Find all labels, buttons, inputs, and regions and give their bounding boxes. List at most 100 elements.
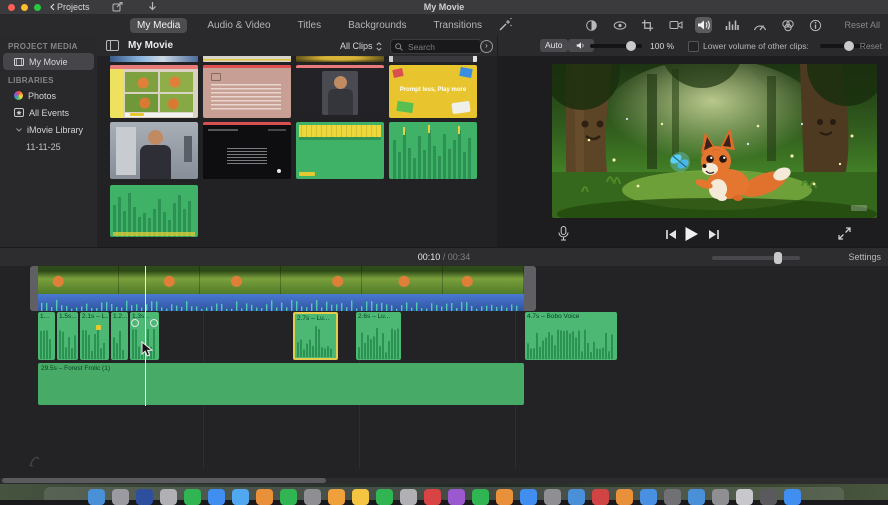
dock-app-icon[interactable]: [663, 489, 681, 505]
noise-reduction-icon[interactable]: [723, 17, 740, 33]
timeline-zoom-slider[interactable]: [712, 252, 800, 264]
media-thumb-partial[interactable]: [203, 56, 291, 62]
music-clip[interactable]: 29.5s – Forest Frolic (1): [38, 363, 524, 405]
tab-backgrounds[interactable]: Backgrounds: [341, 18, 413, 33]
dock-app-icon[interactable]: [423, 489, 441, 505]
color-correction-icon[interactable]: [583, 17, 600, 33]
lower-volume-checkbox[interactable]: [688, 41, 699, 52]
dock-app-icon[interactable]: [399, 489, 417, 505]
dock-app-icon[interactable]: [759, 489, 777, 505]
dock-app-icon[interactable]: [87, 489, 105, 505]
dock-app-icon[interactable]: [591, 489, 609, 505]
skip-back-button[interactable]: [665, 229, 677, 240]
audio-clip[interactable]: 1.5s...: [57, 312, 78, 360]
tab-my-media[interactable]: My Media: [130, 17, 188, 33]
color-balance-icon[interactable]: [611, 17, 628, 33]
dock-app-icon[interactable]: [327, 489, 345, 505]
media-thumb-partial[interactable]: [296, 56, 384, 62]
search-field[interactable]: [390, 39, 482, 54]
dock-app-icon[interactable]: [255, 489, 273, 505]
video-track[interactable]: [38, 266, 524, 294]
fullscreen-icon[interactable]: [838, 227, 851, 240]
reset-all-button[interactable]: Reset All: [844, 14, 880, 36]
reset-button[interactable]: Reset: [860, 41, 882, 51]
skip-forward-button[interactable]: [708, 229, 720, 240]
sidebar-item-imovie-library[interactable]: iMovie Library: [0, 121, 97, 138]
tab-audio-video[interactable]: Audio & Video: [200, 18, 277, 33]
sidebar-item-all-events[interactable]: All Events: [0, 104, 97, 121]
dock-app-icon[interactable]: [111, 489, 129, 505]
media-thumb-document[interactable]: [203, 65, 291, 118]
play-button[interactable]: [684, 226, 699, 242]
media-thumb-screen-recording[interactable]: [203, 122, 291, 179]
sidebar-item-photos[interactable]: Photos: [0, 87, 97, 104]
auto-volume-button[interactable]: Auto: [540, 39, 568, 52]
dock-app-icon[interactable]: [279, 489, 297, 505]
dock-app-icon[interactable]: [495, 489, 513, 505]
media-thumb-presenter-light[interactable]: [110, 122, 198, 179]
media-thumb-yellow-slide[interactable]: Prompt less, Play more: [389, 65, 477, 118]
timeline-settings-button[interactable]: Settings: [848, 248, 881, 267]
dock-app-icon[interactable]: [159, 489, 177, 505]
preview-frame[interactable]: [552, 64, 877, 218]
audio-clip[interactable]: 2.7s – Lu...: [293, 312, 338, 360]
scrollbar-thumb[interactable]: [2, 478, 326, 483]
filters-icon[interactable]: [779, 17, 796, 33]
dock-app-icon[interactable]: [735, 489, 753, 505]
dock-app-icon[interactable]: [375, 489, 393, 505]
tab-transitions[interactable]: Transitions: [426, 18, 489, 33]
crop-icon[interactable]: [639, 17, 656, 33]
clip-volume-slider[interactable]: [590, 41, 642, 51]
voiceover-mic-button[interactable]: [558, 226, 569, 241]
playhead[interactable]: [145, 266, 146, 406]
sidebar-item-event-date[interactable]: 11-11-25: [0, 138, 97, 155]
stabilization-icon[interactable]: [667, 17, 684, 33]
media-thumb-partial[interactable]: [110, 56, 198, 62]
sidebar-toggle-icon[interactable]: [106, 40, 119, 51]
dock-app-icon[interactable]: [135, 489, 153, 505]
ducking-slider-knob[interactable]: [844, 41, 854, 51]
search-input[interactable]: [406, 40, 470, 53]
dock-app-icon[interactable]: [471, 489, 489, 505]
clip-marker-icon[interactable]: [96, 325, 101, 330]
zoom-slider-knob[interactable]: [774, 252, 782, 264]
media-thumb-audio-wave[interactable]: [389, 122, 477, 179]
audio-clip[interactable]: 2.6s – Lu...: [356, 312, 401, 360]
dock-app-icon[interactable]: [231, 489, 249, 505]
video-audio-waveform-bar[interactable]: [38, 294, 524, 311]
media-thumb-audio-wave-2[interactable]: [110, 185, 198, 237]
fade-handle-icon[interactable]: [150, 319, 158, 327]
volume-slider-knob[interactable]: [626, 41, 636, 51]
media-thumb-presenter-dark[interactable]: [296, 65, 384, 118]
audio-clip[interactable]: 1.2...: [111, 312, 128, 360]
info-icon[interactable]: [807, 17, 824, 33]
dock-app-icon[interactable]: [519, 489, 537, 505]
dock-app-icon[interactable]: [207, 489, 225, 505]
dock-app-icon[interactable]: [783, 489, 801, 505]
fade-handle-icon[interactable]: [131, 319, 139, 327]
audio-clip[interactable]: 2.1s – L...: [80, 312, 110, 360]
media-thumb-partial[interactable]: [389, 56, 477, 62]
dock-app-icon[interactable]: [351, 489, 369, 505]
audio-clip[interactable]: 4.7s – Bobo Voice: [525, 312, 617, 360]
enhance-wand-icon[interactable]: [498, 18, 512, 32]
dock-app-icon[interactable]: [447, 489, 465, 505]
audio-clip[interactable]: 1...: [38, 312, 55, 360]
dock-app-icon[interactable]: [183, 489, 201, 505]
speed-icon[interactable]: [751, 17, 768, 33]
browser-forward-icon[interactable]: ›: [480, 40, 493, 53]
tab-titles[interactable]: Titles: [291, 18, 329, 33]
dock-app-icon[interactable]: [615, 489, 633, 505]
clip-trim-handle-left[interactable]: [30, 266, 38, 311]
sidebar-item-my-movie[interactable]: My Movie: [3, 53, 94, 70]
media-thumb-audio-yellow-wave[interactable]: [296, 122, 384, 179]
volume-icon[interactable]: [695, 17, 712, 33]
dock-app-icon[interactable]: [639, 489, 657, 505]
dock-app-icon[interactable]: [543, 489, 561, 505]
media-thumb-fox-collage[interactable]: [110, 65, 198, 118]
dock-app-icon[interactable]: [567, 489, 585, 505]
clip-trim-handle-right[interactable]: [524, 266, 536, 311]
clip-filter-dropdown[interactable]: All Clips: [340, 36, 382, 56]
dock-app-icon[interactable]: [711, 489, 729, 505]
dock-app-icon[interactable]: [687, 489, 705, 505]
